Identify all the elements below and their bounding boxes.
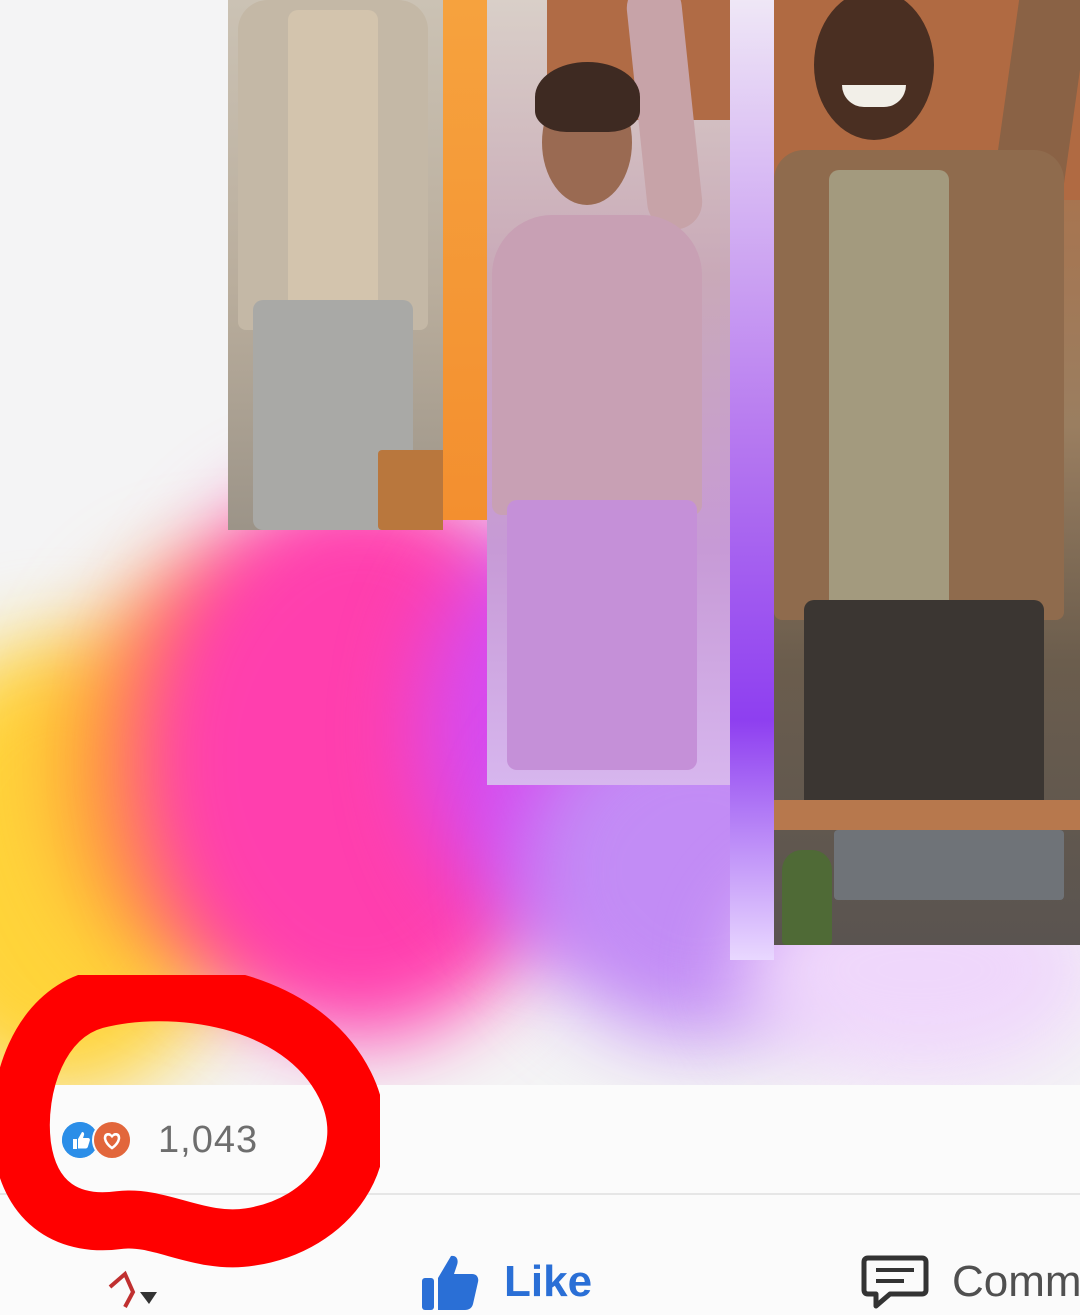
dark-trousers [804, 600, 1044, 820]
orange-band [443, 0, 487, 520]
plant [782, 850, 832, 945]
thumbs-up-icon [422, 1255, 479, 1310]
like-button[interactable]: Like [418, 1250, 592, 1314]
photo-strip-left [228, 0, 443, 530]
speech-bubble-icon [861, 1255, 929, 1309]
laptop [834, 830, 1064, 900]
desk [378, 450, 443, 530]
annotation-circle [0, 975, 380, 1268]
like-label: Like [504, 1257, 593, 1306]
hair [535, 62, 640, 132]
shirt [288, 10, 378, 310]
pink-sweater [492, 215, 702, 515]
photo-strip-middle [487, 0, 730, 785]
comment-label: Comm [952, 1257, 1080, 1306]
comment-button[interactable]: Comm [860, 1250, 1080, 1314]
violet-band [730, 0, 774, 960]
post-image[interactable] [0, 0, 1080, 1085]
skirt [507, 500, 697, 770]
olive-shirt [829, 170, 949, 630]
photo-strip-right [774, 0, 1080, 945]
desk [774, 800, 1080, 830]
post-screen: 1,043 Like Comm [0, 0, 1080, 1315]
